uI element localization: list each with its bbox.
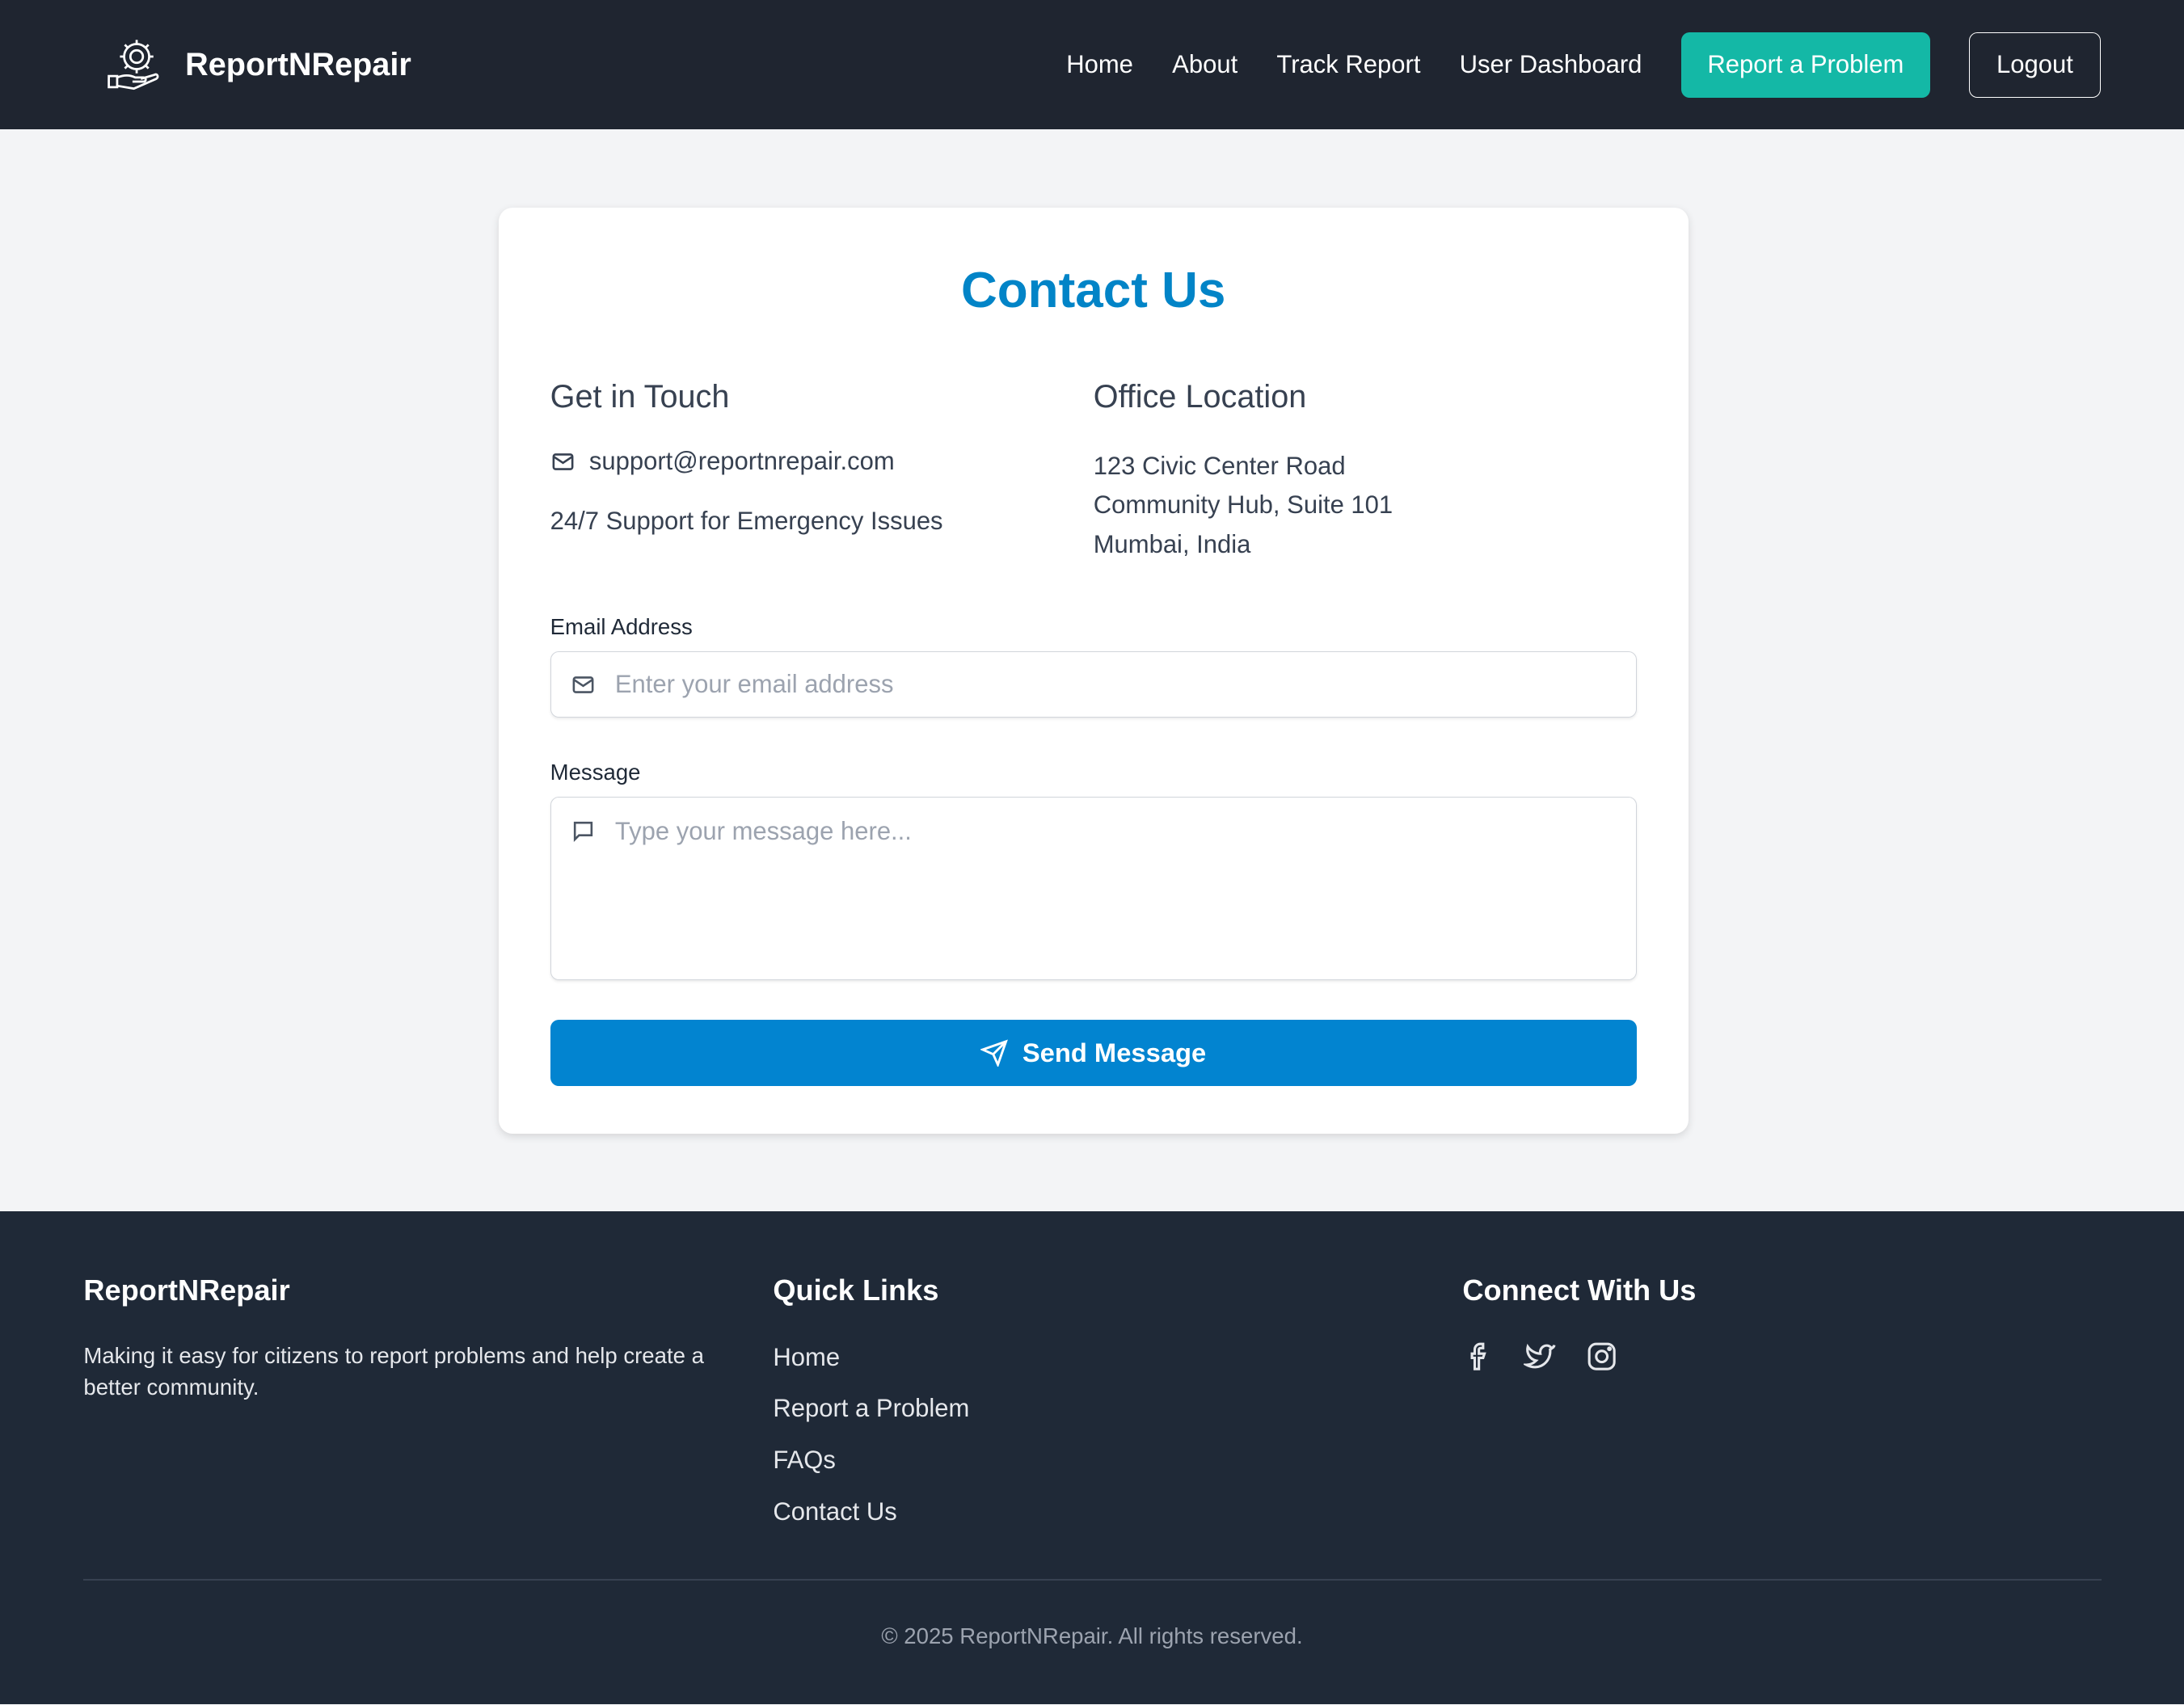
- footer-quick-links: Quick Links Home Report a Problem FAQs C…: [773, 1273, 969, 1529]
- office-location-heading: Office Location: [1093, 378, 1307, 415]
- contact-card: Contact Us Get in Touch support@reportnr…: [498, 207, 1689, 1134]
- nav-links: Home About Track Report User Dashboard R…: [1027, 32, 2101, 98]
- page-title: Contact Us: [961, 263, 1226, 319]
- footer-link-contact[interactable]: Contact Us: [773, 1494, 969, 1529]
- footer: ReportNRepair Making it easy for citizen…: [0, 1211, 2184, 1705]
- office-address: 123 Civic Center Road Community Hub, Sui…: [1094, 447, 1637, 564]
- instagram-icon[interactable]: [1585, 1340, 1618, 1373]
- send-icon: [980, 1039, 1009, 1067]
- email-label: Email Address: [550, 613, 693, 639]
- message-label: Message: [550, 760, 641, 785]
- support-email-row: support@reportnrepair.com: [550, 447, 1094, 476]
- footer-link-report-problem[interactable]: Report a Problem: [773, 1391, 969, 1425]
- office-location-section: Office Location 123 Civic Center Road Co…: [1094, 377, 1637, 564]
- message-field[interactable]: Type your message here...: [550, 796, 1637, 981]
- gear-hand-logo-icon: [108, 40, 159, 90]
- nav-link-home[interactable]: Home: [1066, 50, 1133, 79]
- brand[interactable]: ReportNRepair: [102, 32, 411, 99]
- brand-name: ReportNRepair: [185, 46, 411, 82]
- footer-tagline: Making it easy for citizens to report pr…: [83, 1342, 704, 1400]
- support-email[interactable]: support@reportnrepair.com: [589, 447, 895, 476]
- contact-info: Get in Touch support@reportnrepair.com 2…: [550, 377, 1637, 564]
- nav-link-about[interactable]: About: [1172, 50, 1237, 79]
- get-in-touch-heading: Get in Touch: [550, 378, 730, 415]
- message-square-icon: [573, 821, 592, 842]
- report-problem-button[interactable]: Report a Problem: [1680, 32, 1931, 98]
- send-message-button[interactable]: Send Message: [550, 1019, 1637, 1087]
- social-links: [1462, 1340, 1696, 1373]
- nav-link-user-dashboard[interactable]: User Dashboard: [1460, 50, 1642, 79]
- nav-link-track-report[interactable]: Track Report: [1276, 50, 1420, 79]
- email-placeholder: Enter your email address: [614, 670, 894, 699]
- facebook-icon[interactable]: [1462, 1340, 1495, 1373]
- footer-link-faqs[interactable]: FAQs: [773, 1442, 969, 1477]
- mail-icon: [552, 453, 574, 470]
- address-line: Community Hub, Suite 101: [1093, 490, 1393, 520]
- message-placeholder: Type your message here...: [614, 816, 912, 845]
- support-hours: 24/7 Support for Emergency Issues: [550, 507, 943, 536]
- twitter-icon[interactable]: [1524, 1340, 1557, 1373]
- footer-connect: Connect With Us: [1462, 1273, 1696, 1373]
- footer-link-home[interactable]: Home: [773, 1340, 969, 1375]
- connect-heading: Connect With Us: [1462, 1273, 1697, 1307]
- quick-links-heading: Quick Links: [773, 1273, 939, 1307]
- footer-brand: ReportNRepair: [83, 1273, 290, 1307]
- address-line: Mumbai, India: [1093, 529, 1251, 558]
- mail-icon: [572, 676, 594, 693]
- top-navbar: ReportNRepair Home About Track Report Us…: [0, 0, 2184, 130]
- get-in-touch-section: Get in Touch support@reportnrepair.com 2…: [550, 377, 1094, 564]
- footer-about: ReportNRepair Making it easy for citizen…: [83, 1273, 738, 1404]
- copyright: © 2025 ReportNRepair. All rights reserve…: [881, 1623, 1303, 1649]
- logout-button[interactable]: Logout: [1969, 32, 2101, 98]
- send-message-label: Send Message: [1022, 1037, 1207, 1067]
- address-line: 123 Civic Center Road: [1093, 452, 1346, 481]
- footer-divider: [83, 1579, 2102, 1581]
- email-field[interactable]: Enter your email address: [550, 650, 1637, 718]
